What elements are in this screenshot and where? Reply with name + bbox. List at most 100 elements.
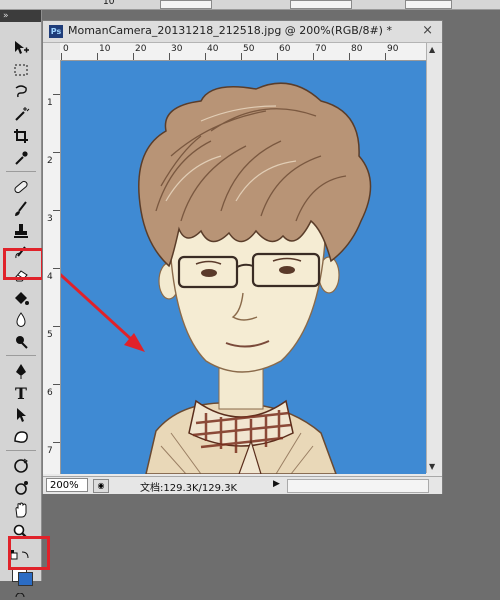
crop-icon <box>14 129 28 143</box>
color-swatches[interactable] <box>12 568 34 586</box>
eyedropper-3d-tool[interactable] <box>9 477 33 499</box>
status-menu-arrow-icon[interactable]: ▶ <box>273 479 280 489</box>
brush-tool[interactable] <box>9 198 33 220</box>
ruler-tick-label: 40 <box>207 44 219 54</box>
move-icon <box>15 41 29 54</box>
swatch-highlight-box <box>8 536 50 570</box>
eraser-highlight-box <box>3 248 44 280</box>
ruler-tick-label: 6 <box>47 388 53 398</box>
ruler-tick <box>205 53 206 60</box>
quick-mask-icon[interactable] <box>13 587 27 600</box>
zoom-field[interactable]: 200% <box>46 478 88 492</box>
document-titlebar[interactable]: Ps MomanCamera_20131218_212518.jpg @ 200… <box>43 21 442 43</box>
scroll-down-icon[interactable]: ▼ <box>429 462 435 471</box>
dodge-icon <box>16 336 28 349</box>
hand-icon <box>15 502 27 518</box>
document-window: Ps MomanCamera_20131218_212518.jpg @ 200… <box>42 20 443 494</box>
magic-wand-icon <box>15 107 30 121</box>
ruler-tick <box>385 53 386 60</box>
options-field-3[interactable] <box>405 0 452 9</box>
options-value: 10 <box>103 0 115 7</box>
notes-tool[interactable] <box>9 455 33 477</box>
image-canvas[interactable] <box>61 61 426 474</box>
ruler-tick <box>169 53 170 60</box>
annotation-arrow <box>61 273 145 352</box>
ruler-tick-label: 50 <box>243 44 255 54</box>
ruler-tick-label: 5 <box>47 330 53 340</box>
marquee-icon <box>14 64 28 76</box>
ruler-tick <box>97 53 98 60</box>
ruler-tick-label: 2 <box>47 156 53 166</box>
ruler-tick-label: 70 <box>315 44 327 54</box>
ruler-corner[interactable] <box>43 43 61 61</box>
ruler-tick-label: 0 <box>63 44 69 54</box>
ruler-tick <box>241 53 242 60</box>
type-icon: T <box>15 383 27 403</box>
ruler-tick-label: 10 <box>99 44 111 54</box>
foreground-color-swatch[interactable] <box>18 572 33 586</box>
brush-icon <box>15 201 27 216</box>
crop-tool[interactable] <box>9 125 33 147</box>
custom-shape-tool[interactable] <box>9 426 33 448</box>
toolbox-separator <box>6 450 36 451</box>
path-selection-icon <box>17 408 26 422</box>
ruler-tick <box>53 326 60 327</box>
document-title: MomanCamera_20131218_212518.jpg @ 200%(R… <box>68 24 392 37</box>
ruler-tick-label: 20 <box>135 44 147 54</box>
path-selection-tool[interactable] <box>9 404 33 426</box>
toolbox-separator <box>6 171 36 172</box>
options-field[interactable] <box>160 0 212 9</box>
lasso-tool[interactable] <box>9 81 33 103</box>
horizontal-ruler[interactable]: 0 10 20 30 40 50 60 70 80 90 <box>60 43 426 61</box>
hand-tool[interactable] <box>9 499 33 521</box>
water-drop-icon <box>16 312 26 327</box>
status-bar: 200% ◉ 文档:129.3K/129.3K ▶ <box>43 476 442 494</box>
pen-tool[interactable] <box>9 360 33 382</box>
clone-stamp-tool[interactable] <box>9 220 33 242</box>
pen-icon <box>16 364 26 379</box>
ruler-tick-label: 80 <box>351 44 363 54</box>
vertical-ruler[interactable]: 1 2 3 4 5 6 7 <box>43 60 61 474</box>
ruler-tick <box>349 53 350 60</box>
ruler-tick <box>53 152 60 153</box>
orbit-icon <box>15 481 28 495</box>
eyedropper-tool[interactable] <box>9 147 33 169</box>
ruler-tick-label: 30 <box>171 44 183 54</box>
ruler-tick-label: 3 <box>47 214 53 224</box>
close-button[interactable]: × <box>422 23 433 38</box>
paint-bucket-tool[interactable] <box>9 287 33 309</box>
ruler-tick <box>53 442 60 443</box>
marquee-tool[interactable] <box>9 59 33 81</box>
ruler-tick <box>53 210 60 211</box>
ruler-tick <box>53 94 60 95</box>
toolbox-grip[interactable]: » <box>0 10 41 22</box>
type-tool[interactable]: T <box>9 382 33 404</box>
move-tool[interactable] <box>9 37 33 59</box>
ruler-tick-label: 90 <box>387 44 399 54</box>
ps-badge-icon: Ps <box>49 25 63 38</box>
document-size: 文档:129.3K/129.3K <box>140 483 238 494</box>
navigator-icon[interactable]: ◉ <box>93 479 109 493</box>
ruler-tick <box>53 384 60 385</box>
rotate-icon <box>14 458 28 473</box>
options-field-2[interactable] <box>290 0 352 9</box>
ruler-tick <box>133 53 134 60</box>
lasso-icon <box>15 85 27 98</box>
horizontal-scrollbar[interactable] <box>287 479 429 493</box>
ruler-tick-label: 60 <box>279 44 291 54</box>
ruler-tick <box>53 268 60 269</box>
toolbox: » T <box>0 10 42 600</box>
shape-icon <box>14 431 28 443</box>
ruler-tick <box>277 53 278 60</box>
scroll-up-icon[interactable]: ▲ <box>429 45 435 54</box>
ruler-tick-label: 7 <box>47 446 53 456</box>
blur-tool[interactable] <box>9 309 33 331</box>
toolbox-separator <box>6 355 36 356</box>
magic-wand-tool[interactable] <box>9 103 33 125</box>
ruler-tick <box>61 53 62 60</box>
healing-brush-tool[interactable] <box>9 176 33 198</box>
vertical-scrollbar[interactable]: ▲ ▼ <box>426 43 442 473</box>
dodge-tool[interactable] <box>9 331 33 353</box>
paint-bucket-icon <box>15 292 29 305</box>
ruler-tick-label: 1 <box>47 98 53 108</box>
